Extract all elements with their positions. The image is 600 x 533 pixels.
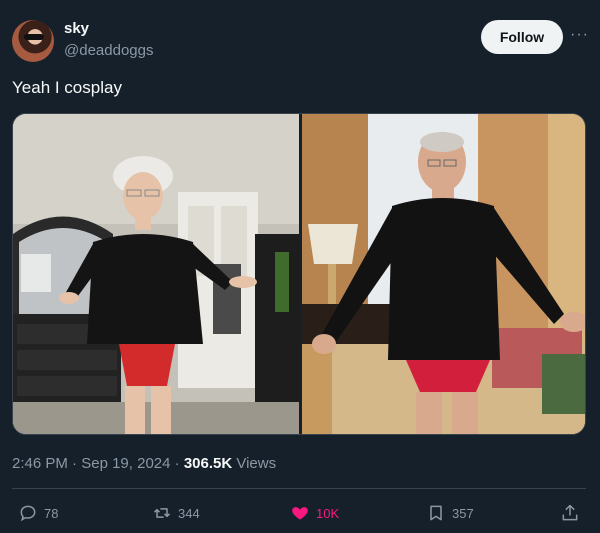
- repost-count: 344: [178, 505, 200, 521]
- follow-button[interactable]: Follow: [481, 20, 563, 54]
- tweet-meta: 2:46 PM · Sep 19, 2024 · 306.5K Views: [12, 455, 276, 472]
- repost-icon: [153, 508, 171, 518]
- reply-button[interactable]: 78: [18, 500, 58, 526]
- bookmark-icon: [430, 505, 442, 521]
- reply-count: 78: [44, 505, 59, 521]
- author-handle[interactable]: @deaddoggs: [64, 42, 153, 59]
- tweet-text: Yeah I cosplay: [12, 78, 122, 97]
- meta-separator: ·: [170, 455, 184, 472]
- photo-left-illustration: [13, 114, 299, 434]
- photo-right-illustration: [302, 114, 585, 434]
- media-photo-left[interactable]: [13, 114, 299, 434]
- sunglasses-icon: [24, 34, 44, 40]
- like-count: 10K: [316, 505, 340, 521]
- meta-separator: ·: [67, 455, 82, 472]
- reply-icon: [20, 505, 36, 522]
- action-bar: 78 344 10K 357: [0, 500, 600, 528]
- more-options-icon[interactable]: ···: [570, 26, 589, 44]
- author-name[interactable]: sky: [64, 20, 89, 37]
- repost-button[interactable]: 344: [152, 500, 200, 526]
- views-count[interactable]: 306.5K: [184, 455, 232, 472]
- bookmark-count: 357: [452, 505, 474, 521]
- share-icon: [562, 504, 578, 521]
- tweet-header: sky @deaddoggs Follow ···: [12, 18, 588, 68]
- tweet-media[interactable]: [12, 113, 586, 435]
- media-photo-right[interactable]: [302, 114, 585, 434]
- heart-icon: [292, 507, 308, 520]
- like-button[interactable]: 10K: [290, 500, 339, 526]
- avatar[interactable]: [12, 20, 54, 62]
- divider: [12, 488, 586, 489]
- tweet-date[interactable]: Sep 19, 2024: [81, 455, 170, 472]
- share-button[interactable]: [560, 500, 586, 526]
- tweet-time[interactable]: 2:46 PM: [12, 455, 68, 472]
- views-label: Views: [232, 455, 277, 472]
- bookmark-button[interactable]: 357: [426, 500, 474, 526]
